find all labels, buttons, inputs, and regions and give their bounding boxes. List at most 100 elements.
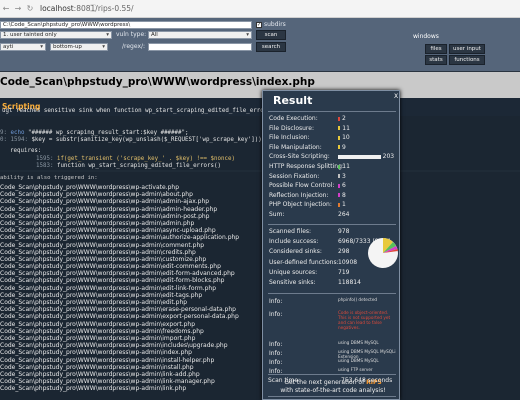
style-select[interactable]: ayti ▾ (0, 43, 46, 51)
triggered-files-panel: ability is also triggered in: Code_Scan\… (0, 172, 520, 400)
path-input[interactable]: C:\Code_Scan\phpstudy_pro\WWW\wordpress\ (0, 21, 252, 29)
triggered-file-item[interactable]: Code_Scan\phpstudy_pro\WWW\wordpress\wp-… (0, 313, 239, 320)
triggered-file-item[interactable]: Code_Scan\phpstudy_pro\WWW\wordpress\wp-… (0, 191, 239, 198)
vuln-count: 1 (338, 201, 346, 208)
vuln-count: 11 (338, 163, 350, 170)
info-label: Info: (269, 311, 283, 318)
triggered-file-item[interactable]: Code_Scan\phpstudy_pro\WWW\wordpress\wp-… (0, 306, 239, 313)
triggered-header: ability is also triggered in: (0, 175, 98, 181)
scan-button[interactable]: scan (256, 30, 286, 40)
triggered-file-item[interactable]: Code_Scan\phpstudy_pro\WWW\wordpress\wp-… (0, 371, 239, 378)
vuln-type-label: vuln type: (116, 31, 147, 38)
vuln-count-text: 2 (342, 115, 346, 122)
stat-value: 719 (338, 268, 350, 276)
triggered-file-item[interactable]: Code_Scan\phpstudy_pro\WWW\wordpress\wp-… (0, 328, 239, 335)
vuln-count: 2 (338, 115, 346, 122)
windows-label: windows (413, 33, 439, 40)
result-window[interactable]: Result X Code Execution: 2 File Disclosure… (262, 90, 400, 400)
vuln-label: Cross-Site Scripting: (269, 153, 330, 161)
close-icon[interactable]: X (394, 93, 398, 100)
triggered-file-item[interactable]: Code_Scan\phpstudy_pro\WWW\wordpress\wp-… (0, 249, 239, 256)
triggered-file-item[interactable]: Code_Scan\phpstudy_pro\WWW\wordpress\wp-… (0, 270, 239, 277)
triggered-file-item[interactable]: Code_Scan\phpstudy_pro\WWW\wordpress\wp-… (0, 349, 239, 356)
scan-time-value: 753.648 seconds (341, 377, 393, 384)
vuln-count-text: 1 (342, 201, 346, 209)
vuln-count: 203 (338, 153, 394, 160)
triggered-file-item[interactable]: Code_Scan\phpstudy_pro\WWW\wordpress\wp-… (0, 321, 239, 328)
reload-icon[interactable]: ↻ (24, 4, 36, 13)
regex-label: /regex/: (122, 43, 146, 50)
files-button[interactable]: files (425, 44, 447, 54)
info-message: using DBMS MySQL (338, 340, 379, 345)
regex-input[interactable] (148, 43, 252, 51)
triggered-file-item[interactable]: Code_Scan\phpstudy_pro\WWW\wordpress\wp-… (0, 299, 239, 306)
triggered-file-item[interactable]: Code_Scan\phpstudy_pro\WWW\wordpress\wp-… (0, 335, 239, 342)
code-line[interactable]: 1583: function wp_start_scraping_edited_… (36, 163, 221, 169)
triggered-file-item[interactable]: Code_Scan\phpstudy_pro\WWW\wordpress\wp-… (0, 285, 239, 292)
vuln-count-text: 6 (342, 182, 346, 190)
vuln-type-select[interactable]: All ▾ (148, 31, 252, 39)
vuln-count-text: 3 (342, 172, 346, 180)
site-info-icon[interactable]: ⓘ (89, 5, 147, 13)
vuln-count: 8 (338, 192, 346, 199)
code-line: 9: echo "###### wp_scraping_result_start… (0, 130, 189, 136)
info-message: phpinfo() detected (338, 297, 378, 302)
vuln-count-text: 9 (342, 143, 346, 151)
divider (268, 396, 396, 397)
requires-label: requires: (10, 148, 42, 154)
triggered-file-item[interactable]: Code_Scan\phpstudy_pro\WWW\wordpress\wp-… (0, 220, 239, 227)
file-path-bar: Code_Scan\phpstudy_pro\WWW\wordpress\ind… (0, 72, 520, 98)
verbosity-select[interactable]: 1. user tainted only ▾ (0, 31, 112, 39)
vuln-bar (338, 164, 341, 169)
vuln-label: Session Fixation: (269, 172, 320, 180)
code-line[interactable]: 1595: if(get_transient ('scrape_key_' . … (36, 156, 235, 162)
position-select[interactable]: bottom-up ▾ (50, 43, 108, 51)
forward-icon[interactable]: → (12, 4, 24, 13)
divider (268, 111, 396, 112)
info-label: Info: (269, 359, 283, 366)
triggered-file-item[interactable]: Code_Scan\phpstudy_pro\WWW\wordpress\wp-… (0, 242, 239, 249)
triggered-file-item[interactable]: Code_Scan\phpstudy_pro\WWW\wordpress\wp-… (0, 378, 239, 385)
search-button[interactable]: search (256, 42, 286, 52)
stat-label: Scanned files: (269, 228, 312, 235)
vuln-label: Reflection Injection: (269, 191, 329, 199)
stat-label: Sensitive sinks: (269, 279, 316, 286)
stat-label: Unique sources: (269, 268, 318, 276)
vuln-label: File Disclosure: (269, 124, 314, 132)
vuln-count-text: 264 (338, 211, 350, 218)
vuln-bar (338, 183, 340, 188)
triggered-file-item[interactable]: Code_Scan\phpstudy_pro\WWW\wordpress\wp-… (0, 364, 239, 371)
file-path-text: Code_Scan\phpstudy_pro\WWW\wordpress\ind… (0, 76, 315, 88)
info-label: Info: (269, 350, 283, 357)
chevron-down-icon: ▾ (102, 44, 105, 50)
triggered-file-item[interactable]: Code_Scan\phpstudy_pro\WWW\wordpress\wp-… (0, 357, 239, 364)
vuln-count: 3 (338, 173, 346, 180)
stat-value: 978 (338, 228, 350, 235)
info-message: using FTP server (338, 367, 373, 372)
triggered-file-item[interactable]: Code_Scan\phpstudy_pro\WWW\wordpress\wp-… (0, 206, 239, 213)
triggered-file-item[interactable]: Code_Scan\phpstudy_pro\WWW\wordpress\wp-… (0, 184, 239, 191)
back-icon[interactable]: ← (0, 4, 12, 13)
vuln-count: 264 (338, 211, 349, 218)
functions-button[interactable]: functions (449, 55, 485, 65)
vuln-label: Code Execution: (269, 115, 318, 122)
vuln-count-text: 8 (342, 191, 346, 199)
triggered-file-item[interactable]: Code_Scan\phpstudy_pro\WWW\wordpress\wp-… (0, 277, 239, 284)
triggered-file-item[interactable]: Code_Scan\phpstudy_pro\WWW\wordpress\wp-… (0, 292, 239, 299)
user-input-button[interactable]: user input (449, 44, 485, 54)
chevron-down-icon: ▾ (40, 44, 43, 50)
stat-value: 10908 (338, 258, 358, 266)
stats-button[interactable]: stats (425, 55, 447, 65)
triggered-file-item[interactable]: Code_Scan\phpstudy_pro\WWW\wordpress\wp-… (0, 213, 239, 220)
triggered-file-item[interactable]: Code_Scan\phpstudy_pro\WWW\wordpress\wp-… (0, 198, 239, 205)
triggered-file-item[interactable]: Code_Scan\phpstudy_pro\WWW\wordpress\wp-… (0, 256, 239, 263)
subdirs-checkbox[interactable]: ✓ (256, 22, 262, 28)
triggered-file-item[interactable]: Code_Scan\phpstudy_pro\WWW\wordpress\wp-… (0, 234, 239, 241)
triggered-file-item[interactable]: Code_Scan\phpstudy_pro\WWW\wordpress\wp-… (0, 342, 239, 349)
vuln-label: File Inclusion: (269, 134, 310, 142)
triggered-file-item[interactable]: Code_Scan\phpstudy_pro\WWW\wordpress\wp-… (0, 227, 239, 234)
vuln-bar (338, 135, 341, 140)
triggered-file-item[interactable]: Code_Scan\phpstudy_pro\WWW\wordpress\wp-… (0, 385, 239, 392)
triggered-file-item[interactable]: Code_Scan\phpstudy_pro\WWW\wordpress\wp-… (0, 263, 239, 270)
vuln-count-text: 10 (342, 134, 350, 142)
